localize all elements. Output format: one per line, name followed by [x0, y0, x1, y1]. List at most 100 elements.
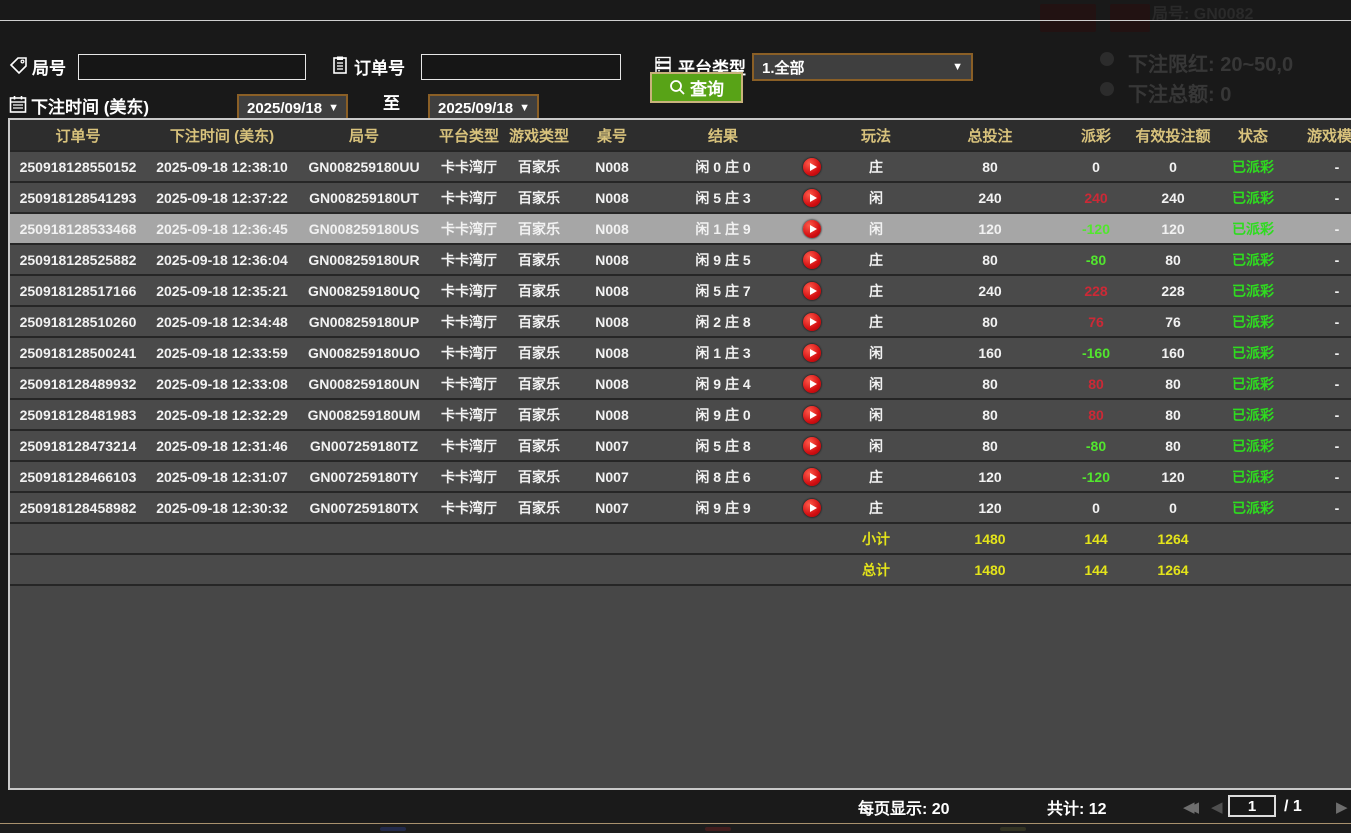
next-page-button[interactable]: ▶ [1336, 798, 1348, 816]
cell-order-id: 250918128466103 [10, 469, 146, 485]
cell-game-mode: - [1292, 221, 1351, 237]
previous-page-button[interactable]: ◀ [1211, 798, 1223, 816]
column-header: 局号 [298, 125, 430, 146]
play-video-button[interactable] [803, 468, 821, 486]
play-icon [810, 411, 817, 419]
cell-bet-time: 2025-09-18 12:37:22 [146, 190, 298, 206]
cell-result: 闲 0 庄 0 [654, 157, 792, 177]
cell-valid-bet: 120 [1132, 221, 1214, 237]
cell-bet-type: 闲 [832, 343, 920, 363]
cell-status: 已派彩 [1214, 219, 1292, 239]
grand-total-label: 总计 [832, 560, 920, 580]
play-icon [810, 287, 817, 295]
subtotal-payout: 144 [1060, 531, 1132, 547]
table-row[interactable]: 250918128525882 2025-09-18 12:36:04 GN00… [10, 245, 1351, 276]
table-row[interactable]: 250918128481983 2025-09-18 12:32:29 GN00… [10, 400, 1351, 431]
cell-table-number: N008 [570, 283, 654, 299]
table-row[interactable]: 250918128533468 2025-09-18 12:36:45 GN00… [10, 214, 1351, 245]
cell-total-bet: 240 [920, 190, 1060, 206]
cell-order-id: 250918128458982 [10, 500, 146, 516]
column-header: 下注时间 (美东) [146, 125, 298, 146]
play-icon [810, 504, 817, 512]
play-icon [810, 442, 817, 450]
play-video-button[interactable] [803, 220, 821, 238]
table-row[interactable]: 250918128510260 2025-09-18 12:34:48 GN00… [10, 307, 1351, 338]
cell-payout: 0 [1060, 500, 1132, 516]
play-video-button[interactable] [803, 499, 821, 517]
ghost-smudge [705, 827, 731, 831]
cell-payout: 80 [1060, 407, 1132, 423]
page-number-input[interactable] [1228, 795, 1276, 817]
table-row[interactable]: 250918128489932 2025-09-18 12:33:08 GN00… [10, 369, 1351, 400]
cell-valid-bet: 0 [1132, 159, 1214, 175]
cell-total-bet: 120 [920, 469, 1060, 485]
search-icon [669, 79, 686, 96]
cell-game-mode: - [1292, 314, 1351, 330]
table-row[interactable]: 250918128500241 2025-09-18 12:33:59 GN00… [10, 338, 1351, 369]
table-row[interactable]: 250918128473214 2025-09-18 12:31:46 GN00… [10, 431, 1351, 462]
cell-platform: 卡卡湾厅 [430, 343, 508, 363]
cell-table-number: N008 [570, 159, 654, 175]
cell-valid-bet: 80 [1132, 252, 1214, 268]
cell-game-type: 百家乐 [508, 467, 570, 487]
order-number-input[interactable] [421, 54, 621, 80]
play-video-button[interactable] [803, 437, 821, 455]
play-video-button[interactable] [803, 282, 821, 300]
first-page-button[interactable]: ◀◀ [1183, 798, 1209, 816]
play-icon [810, 318, 817, 326]
play-video-button[interactable] [803, 375, 821, 393]
table-row[interactable]: 250918128550152 2025-09-18 12:38:10 GN00… [10, 152, 1351, 183]
table-row[interactable]: 250918128517166 2025-09-18 12:35:21 GN00… [10, 276, 1351, 307]
query-button[interactable]: 查询 [650, 72, 743, 103]
play-video-button[interactable] [803, 406, 821, 424]
cell-bet-type: 闲 [832, 219, 920, 239]
play-video-button[interactable] [803, 313, 821, 331]
play-icon [810, 349, 817, 357]
table-row[interactable]: 250918128541293 2025-09-18 12:37:22 GN00… [10, 183, 1351, 214]
table-row[interactable]: 250918128466103 2025-09-18 12:31:07 GN00… [10, 462, 1351, 493]
cell-game-type: 百家乐 [508, 157, 570, 177]
play-icon [810, 163, 817, 171]
table-row[interactable]: 250918128458982 2025-09-18 12:30:32 GN00… [10, 493, 1351, 524]
platform-type-value: 1.全部 [762, 57, 805, 78]
play-video-button[interactable] [803, 158, 821, 176]
cell-valid-bet: 240 [1132, 190, 1214, 206]
cell-platform: 卡卡湾厅 [430, 250, 508, 270]
play-video-button[interactable] [803, 251, 821, 269]
cell-status: 已派彩 [1214, 436, 1292, 456]
chevron-down-icon: ▼ [519, 102, 530, 114]
cell-bet-type: 庄 [832, 498, 920, 518]
cell-total-bet: 80 [920, 407, 1060, 423]
cell-result: 闲 9 庄 0 [654, 405, 792, 425]
subtotal-row: 小计 1480 144 1264 [10, 524, 1351, 555]
cell-bet-time: 2025-09-18 12:38:10 [146, 159, 298, 175]
table-empty-area [10, 586, 1351, 790]
cell-table-number: N007 [570, 469, 654, 485]
calendar-icon [8, 94, 28, 114]
round-number-input[interactable] [78, 54, 306, 80]
cell-bet-time: 2025-09-18 12:30:32 [146, 500, 298, 516]
date-range-to-label: 至 [383, 89, 400, 114]
cell-valid-bet: 160 [1132, 345, 1214, 361]
play-video-button[interactable] [803, 344, 821, 362]
cell-table-number: N008 [570, 314, 654, 330]
cell-bet-type: 庄 [832, 312, 920, 332]
cell-order-id: 250918128541293 [10, 190, 146, 206]
ghost-smudge [380, 827, 406, 831]
cell-result: 闲 9 庄 9 [654, 498, 792, 518]
date-to-value: 2025/09/18 [438, 100, 513, 117]
cell-status: 已派彩 [1214, 498, 1292, 518]
cell-payout: -120 [1060, 221, 1132, 237]
cell-platform: 卡卡湾厅 [430, 188, 508, 208]
cell-status: 已派彩 [1214, 405, 1292, 425]
cell-platform: 卡卡湾厅 [430, 219, 508, 239]
cell-bet-type: 庄 [832, 250, 920, 270]
underlying-window-strip [0, 823, 1351, 833]
cell-table-number: N007 [570, 500, 654, 516]
cell-game-mode: - [1292, 190, 1351, 206]
cell-order-id: 250918128481983 [10, 407, 146, 423]
page-size-label: 每页显示: 20 [858, 795, 950, 819]
play-video-button[interactable] [803, 189, 821, 207]
platform-type-select[interactable]: 1.全部 ▼ [752, 53, 973, 81]
cell-platform: 卡卡湾厅 [430, 498, 508, 518]
